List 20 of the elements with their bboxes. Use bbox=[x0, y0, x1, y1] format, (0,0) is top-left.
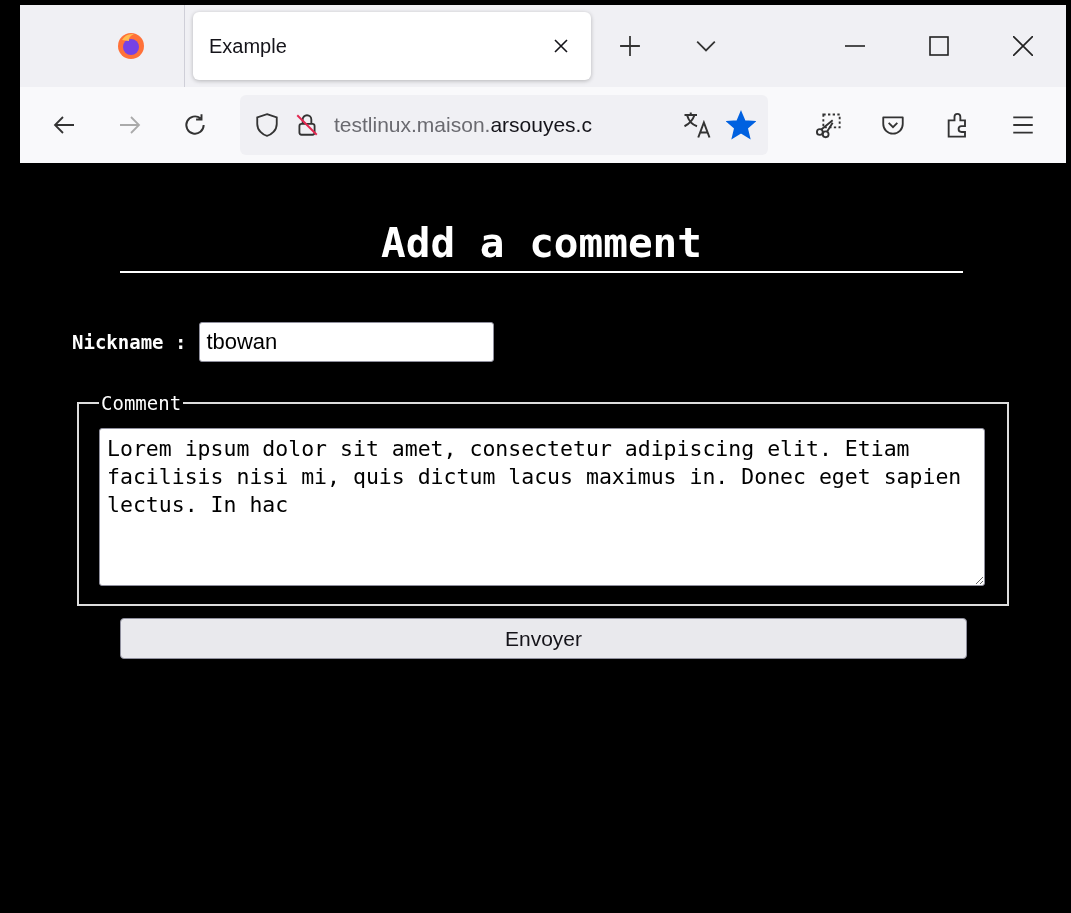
screenshot-scissors-icon[interactable] bbox=[814, 111, 842, 139]
star-icon[interactable] bbox=[726, 110, 756, 140]
crossed-lock-icon[interactable] bbox=[294, 112, 320, 138]
comment-textarea-field[interactable]: Lorem ipsum dolor sit amet, consectetur adipiscing elit. Etiam facilisis nisi mi, quis dictum lacus maximus in. Donec eget sapien lectus. In hac bbox=[99, 428, 985, 586]
page-heading: Add a comment bbox=[120, 217, 963, 273]
submit-button[interactable]: Envoyer bbox=[120, 618, 967, 659]
nickname-input-field[interactable]: tbowan bbox=[199, 322, 495, 362]
nickname-label: Nickname : bbox=[72, 331, 187, 353]
close-icon[interactable] bbox=[1013, 36, 1033, 56]
browser-tab[interactable]: Example bbox=[193, 12, 591, 80]
reload-icon[interactable] bbox=[182, 112, 208, 138]
shield-icon[interactable] bbox=[254, 112, 280, 138]
close-icon[interactable] bbox=[553, 38, 569, 54]
comment-legend: Comment bbox=[99, 392, 184, 414]
url-text: testlinux.maison.arsouyes.c bbox=[334, 113, 593, 137]
address-bar[interactable]: testlinux.maison.arsouyes.c bbox=[240, 95, 768, 155]
translate-icon[interactable] bbox=[682, 110, 712, 140]
maximize-icon[interactable] bbox=[929, 36, 949, 56]
firefox-logo-icon[interactable] bbox=[116, 31, 146, 61]
plus-icon[interactable] bbox=[619, 35, 641, 57]
